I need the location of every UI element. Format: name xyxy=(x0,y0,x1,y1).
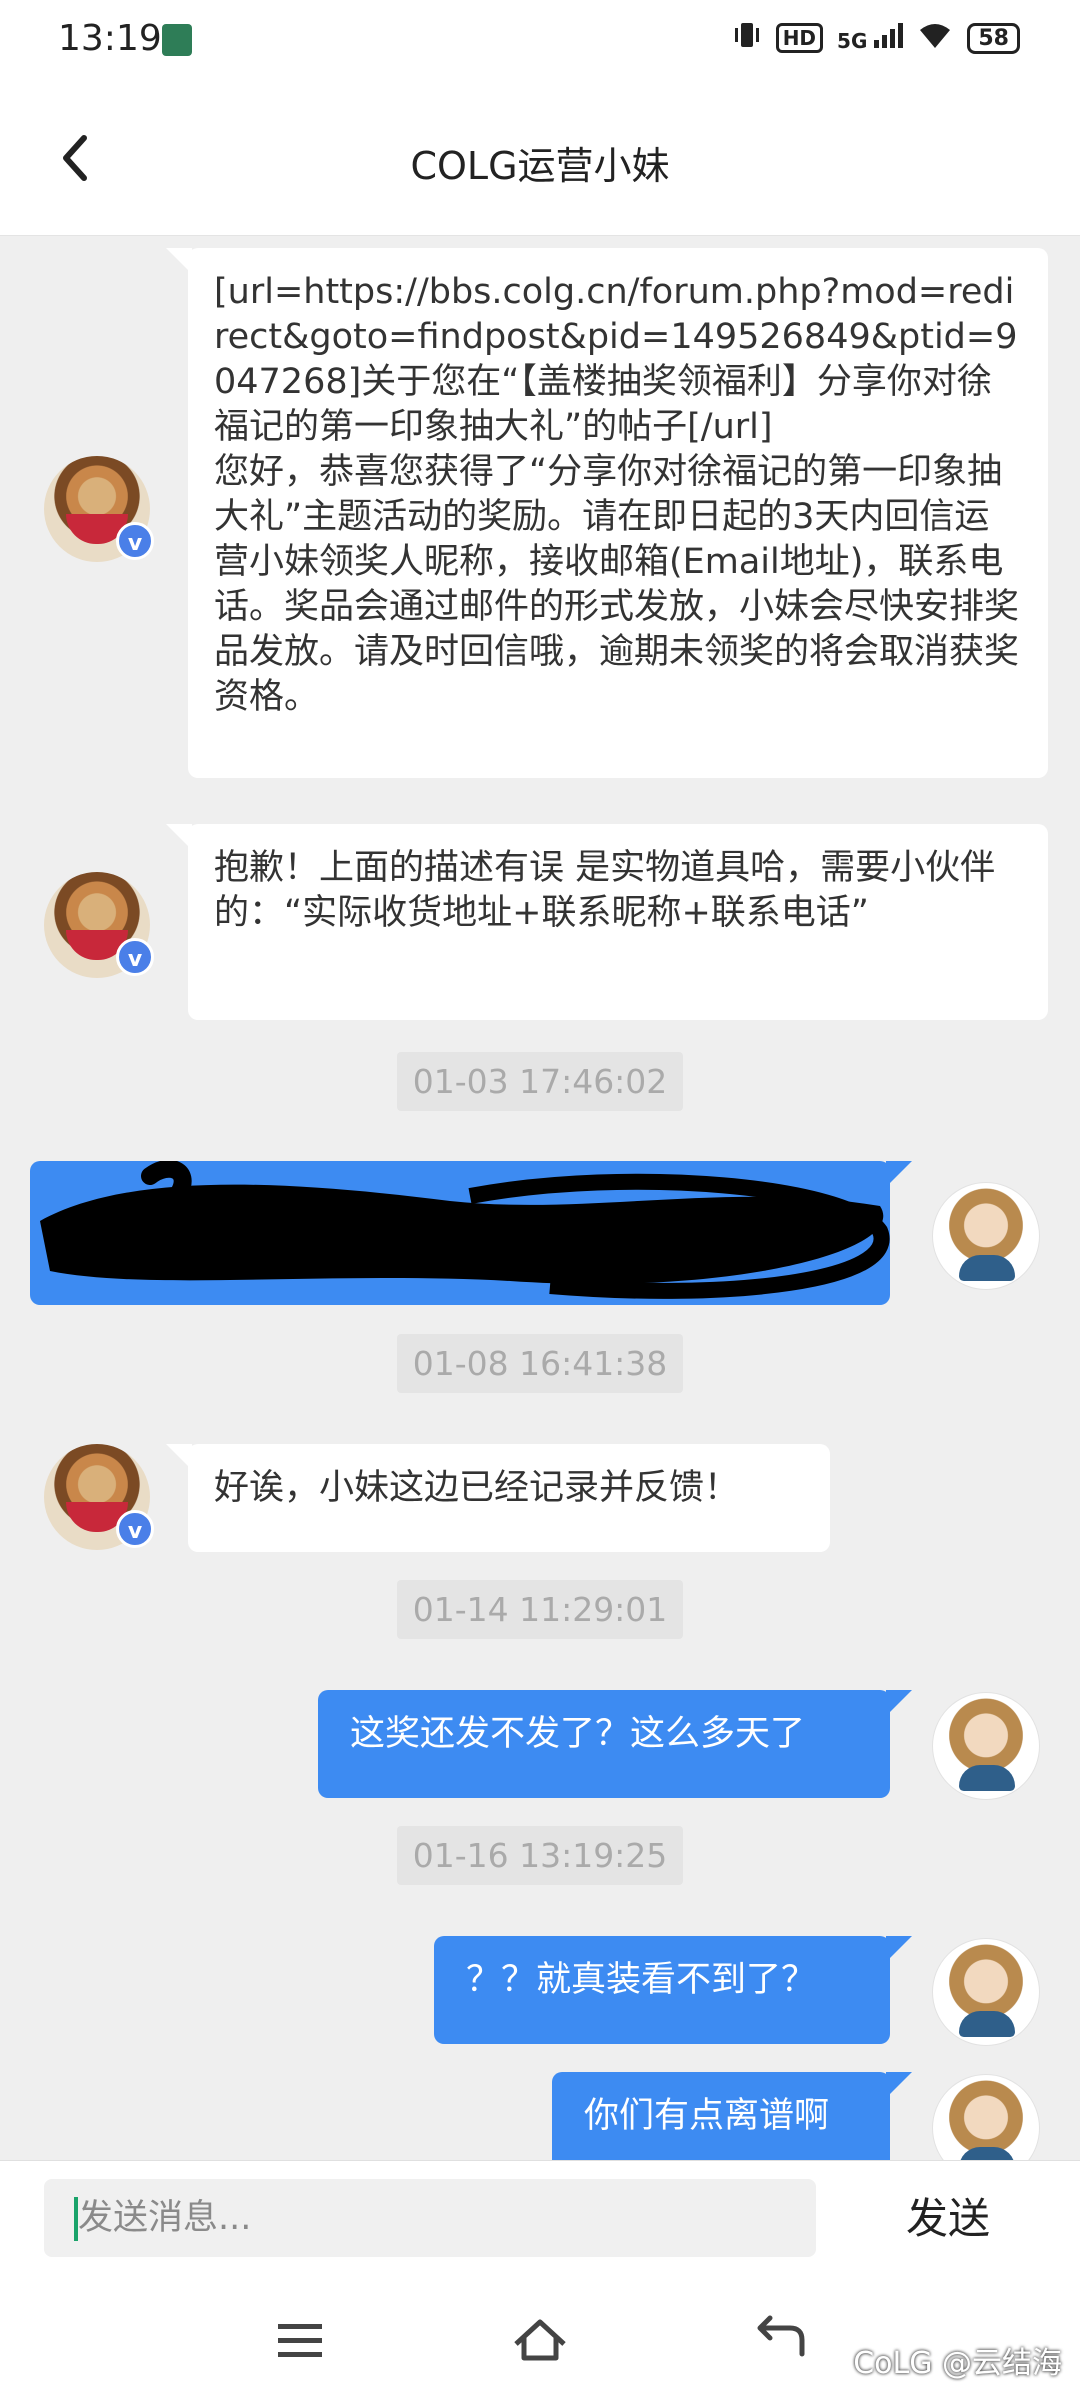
message-bubble-incoming[interactable]: [url=https://bbs.colg.cn/forum.php?mod=r… xyxy=(166,248,1048,778)
message-input[interactable] xyxy=(44,2179,816,2257)
timestamp-label: 01-14 11:29:01 xyxy=(396,1580,684,1639)
system-nav-bar: CoLG @云结海 xyxy=(0,2280,1080,2400)
avatar-self[interactable] xyxy=(932,1938,1040,2046)
timestamp: 01-08 16:41:38 xyxy=(0,1334,1080,1393)
chat-list[interactable]: v [url=https://bbs.colg.cn/forum.php?mod… xyxy=(0,236,1080,2160)
message-bubble-outgoing[interactable]: ？？就真装看不到了？ xyxy=(434,1936,912,2044)
wifi-icon xyxy=(917,20,953,56)
notification-icon xyxy=(162,24,192,56)
message-bubble-incoming[interactable]: 好诶，小妹这边已经记录并反馈！ xyxy=(166,1444,830,1552)
timestamp-label: 01-08 16:41:38 xyxy=(396,1334,684,1393)
timestamp: 01-16 13:19:25 xyxy=(0,1826,1080,1885)
network-label: 5G xyxy=(837,29,868,53)
status-bar: 13:19 HD 5G 58 xyxy=(0,0,1080,80)
avatar-self[interactable] xyxy=(932,2074,1040,2160)
verified-badge-icon: v xyxy=(116,1510,154,1548)
back-nav-button[interactable] xyxy=(750,2310,810,2370)
avatar-self[interactable] xyxy=(932,1692,1040,1800)
text-caret xyxy=(74,2197,78,2241)
message-bubble-outgoing[interactable]: 这奖还发不发了？这么多天了 xyxy=(318,1690,912,1798)
hd-icon: HD xyxy=(775,23,824,53)
watermark: CoLG @云结海 xyxy=(853,2346,1062,2381)
avatar[interactable]: v xyxy=(44,1444,154,1550)
send-button[interactable]: 发送 xyxy=(868,2185,1028,2253)
battery-icon: 58 xyxy=(967,22,1020,54)
status-icons: HD 5G 58 xyxy=(732,20,1020,56)
timestamp-label: 01-03 17:46:02 xyxy=(396,1052,684,1111)
message-bubble-outgoing[interactable]: 你们有点离谱啊 xyxy=(552,2072,912,2160)
avatar-self[interactable] xyxy=(932,1182,1040,1290)
redaction-scribble xyxy=(40,1161,890,1299)
avatar[interactable]: v xyxy=(44,872,154,978)
chat-header: COLG运营小妹 xyxy=(0,80,1080,236)
avatar[interactable]: v xyxy=(44,456,154,562)
home-icon xyxy=(514,2319,566,2361)
timestamp-label: 01-16 13:19:25 xyxy=(396,1826,684,1885)
message-bubble-incoming[interactable]: 抱歉！上面的描述有误 是实物道具哈，需要小伙伴的：“实际收货地址+联系昵称+联系… xyxy=(166,824,1048,1020)
home-button[interactable] xyxy=(510,2310,570,2370)
page-title: COLG运营小妹 xyxy=(410,144,670,188)
input-bar: 发送 xyxy=(0,2160,1080,2281)
back-arrow-icon xyxy=(757,2315,805,2357)
signal-icon: 5G xyxy=(837,22,904,54)
status-time: 13:19 xyxy=(58,18,162,59)
verified-badge-icon: v xyxy=(116,522,154,560)
vibrate-icon xyxy=(732,20,762,56)
menu-icon xyxy=(278,2324,322,2357)
timestamp: 01-03 17:46:02 xyxy=(0,1052,1080,1111)
verified-badge-icon: v xyxy=(116,938,154,976)
menu-button[interactable] xyxy=(270,2310,330,2370)
timestamp: 01-14 11:29:01 xyxy=(0,1580,1080,1639)
